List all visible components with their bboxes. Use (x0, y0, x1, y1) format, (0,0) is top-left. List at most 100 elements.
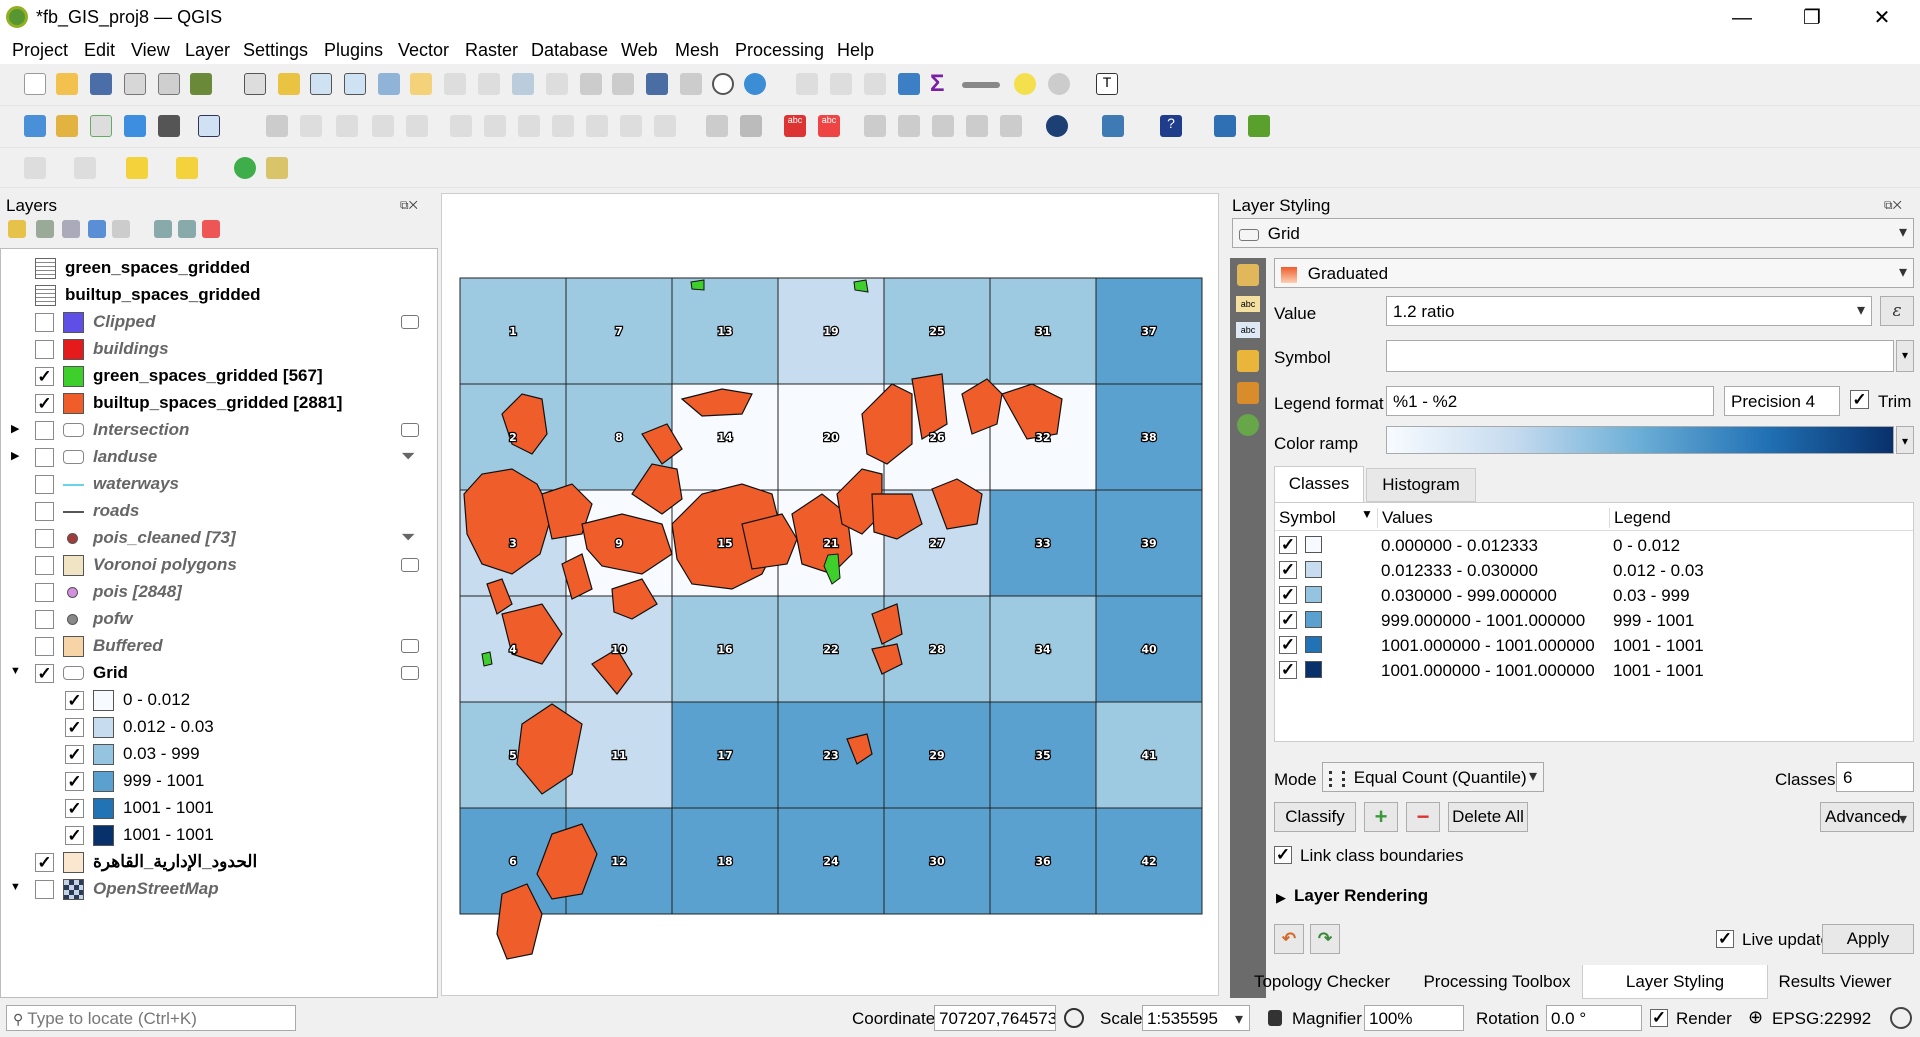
memory-layer-indicator-icon[interactable] (401, 315, 419, 329)
layer-visibility-checkbox[interactable] (35, 475, 54, 494)
processing-toolbox-icon[interactable] (898, 73, 920, 95)
class-legend[interactable]: 1001 - 1001 (1613, 661, 1704, 681)
symbol-button[interactable] (1386, 340, 1894, 372)
class-symbol-swatch[interactable] (1305, 561, 1322, 578)
add-class-icon[interactable]: + (1364, 802, 1398, 832)
move-label-icon[interactable] (932, 115, 954, 137)
save-project-icon[interactable] (90, 73, 112, 95)
menu-web[interactable]: Web (621, 40, 658, 61)
class-legend[interactable]: 0.012 - 0.03 (1613, 561, 1704, 581)
masks-tab-icon[interactable]: abc (1236, 322, 1260, 338)
menu-raster[interactable]: Raster (465, 40, 518, 61)
redo-icon[interactable] (654, 115, 676, 137)
symbol-menu-button[interactable]: ▾ (1896, 340, 1914, 372)
layer-visibility-checkbox[interactable] (35, 529, 54, 548)
class-row[interactable]: ✓ 999.000000 - 1001.000000 999 - 1001 (1275, 608, 1913, 633)
layer-tree-item[interactable]: pois [2848] (1, 579, 431, 606)
class-values[interactable]: 0.030000 - 999.000000 (1381, 586, 1557, 606)
classes-table[interactable]: Symbol ▼ Values Legend ✓ 0.000000 - 0.012… (1274, 502, 1914, 742)
expand-arrow-icon[interactable]: ▶ (11, 449, 19, 462)
show-bookmarks-icon[interactable] (680, 73, 702, 95)
change-label-icon[interactable] (1000, 115, 1022, 137)
deselect-icon[interactable] (126, 157, 148, 179)
messages-icon[interactable] (1890, 1007, 1912, 1029)
collapse-arrow-icon[interactable]: ▼ (10, 881, 21, 893)
refresh-icon[interactable] (744, 73, 766, 95)
filter-expression-icon[interactable] (112, 220, 130, 238)
filter-indicator-icon[interactable]: ⏷ (401, 527, 419, 547)
render-checkbox[interactable]: ✓ (1650, 1009, 1668, 1027)
color-ramp-menu-button[interactable]: ▾ (1896, 426, 1914, 454)
modify-attributes-icon[interactable] (450, 115, 472, 137)
layer-tree-item[interactable]: ▶ Intersection (1, 417, 431, 444)
value-field-select[interactable]: 1.2 ratio (1386, 296, 1872, 326)
class-symbol-swatch[interactable] (1305, 536, 1322, 553)
zoom-to-layer-icon[interactable] (444, 73, 466, 95)
add-group-icon[interactable] (36, 220, 54, 238)
bookmark-icon[interactable] (646, 73, 668, 95)
statistical-summary-icon[interactable]: Σ (930, 70, 952, 97)
symbology-tab-icon[interactable] (1237, 264, 1259, 286)
undo-icon[interactable]: ↶ (1274, 924, 1304, 954)
memory-layer-indicator-icon[interactable] (401, 423, 419, 437)
copy-features-icon[interactable] (552, 115, 574, 137)
class-row[interactable]: ✓ 0.012333 - 0.030000 0.012 - 0.03 (1275, 558, 1913, 583)
memory-layer-indicator-icon[interactable] (401, 666, 419, 680)
class-visibility-checkbox[interactable]: ✓ (1279, 611, 1297, 629)
layout-manager-icon[interactable] (158, 73, 180, 95)
select-features-icon[interactable] (24, 157, 46, 179)
layer-visibility-checkbox[interactable] (35, 340, 54, 359)
layer-visibility-checkbox[interactable]: ✓ (65, 826, 84, 845)
menu-edit[interactable]: Edit (84, 40, 115, 61)
layer-tree-item[interactable]: ✓ 999 - 1001 (1, 768, 431, 795)
layer-tree-item[interactable]: pois_cleaned [73] ⏷ (1, 525, 431, 552)
quickmapservices-icon[interactable] (1046, 115, 1068, 137)
class-legend[interactable]: 0 - 0.012 (1613, 536, 1680, 556)
close-button[interactable]: ✕ (1852, 4, 1912, 32)
toggle-extents-icon[interactable] (1064, 1008, 1084, 1028)
current-edits-icon[interactable] (266, 115, 288, 137)
layer-tree-item[interactable]: ▶ landuse ⏷ (1, 444, 431, 471)
zoom-next-icon[interactable] (546, 73, 568, 95)
menu-project[interactable]: Project (12, 40, 68, 61)
locator-input[interactable]: ⚲ Type to locate (Ctrl+K) (6, 1005, 296, 1031)
tab-histogram[interactable]: Histogram (1366, 468, 1476, 502)
map-canvas[interactable]: 1 7 13 19 25 31 37 2 8 14 20 26 32 38 3 9 15 21 27 33 39 4 10 1… (441, 193, 1219, 996)
menu-help[interactable]: Help (837, 40, 874, 61)
layer-visibility-checkbox[interactable]: ✓ (65, 718, 84, 737)
zoom-in-icon[interactable] (310, 73, 332, 95)
map-svg[interactable]: 1 7 13 19 25 31 372 8 14 20 26 32 383 9 15 21 27 33 394 10 1… (442, 194, 1220, 997)
label-toolbar-icon[interactable] (706, 115, 728, 137)
class-visibility-checkbox[interactable]: ✓ (1279, 636, 1297, 654)
class-values[interactable]: 999.000000 - 1001.000000 (1381, 611, 1585, 631)
layer-selector[interactable]: Grid (1232, 218, 1914, 248)
pan-to-selection-icon[interactable] (278, 73, 300, 95)
field-calculator-icon[interactable] (864, 73, 886, 95)
menu-layer[interactable]: Layer (185, 40, 230, 61)
identify-icon[interactable] (796, 73, 818, 95)
layer-tree-item[interactable]: ✓ 1001 - 1001 (1, 822, 431, 849)
magnifier-spinbox[interactable]: 100% (1364, 1005, 1464, 1031)
layer-tree-item[interactable]: Buffered (1, 633, 431, 660)
add-delimited-icon[interactable] (124, 115, 146, 137)
layer-visibility-checkbox[interactable] (35, 448, 54, 467)
layers-tree[interactable]: green_spaces_gridded builtup_spaces_gridd… (0, 248, 438, 998)
class-values[interactable]: 1001.000000 - 1001.000000 (1381, 636, 1595, 656)
class-symbol-swatch[interactable] (1305, 661, 1322, 678)
data-source-manager-icon[interactable] (24, 115, 46, 137)
layer-tree-item[interactable]: builtup_spaces_gridded (1, 282, 431, 309)
rotate-label-icon[interactable] (966, 115, 988, 137)
pan-map-icon[interactable] (244, 73, 266, 95)
filter-indicator-icon[interactable]: ⏷ (401, 446, 419, 466)
tab-layer-styling[interactable]: Layer Styling (1582, 965, 1768, 999)
layer-tree-item[interactable]: ✓ builtup_spaces_gridded [2881] (1, 390, 431, 417)
apply-button[interactable]: Apply (1822, 924, 1914, 954)
legend-format-input[interactable]: %1 - %2 (1386, 386, 1714, 416)
layer-visibility-checkbox[interactable]: ✓ (35, 664, 54, 683)
class-legend[interactable]: 1001 - 1001 (1613, 636, 1704, 656)
maximize-button[interactable]: ❐ (1782, 4, 1842, 32)
layer-rendering-header[interactable]: Layer Rendering (1294, 886, 1428, 906)
temporal-controller-icon[interactable] (712, 73, 734, 95)
memory-layer-indicator-icon[interactable] (401, 558, 419, 572)
layer-visibility-checkbox[interactable] (35, 421, 54, 440)
